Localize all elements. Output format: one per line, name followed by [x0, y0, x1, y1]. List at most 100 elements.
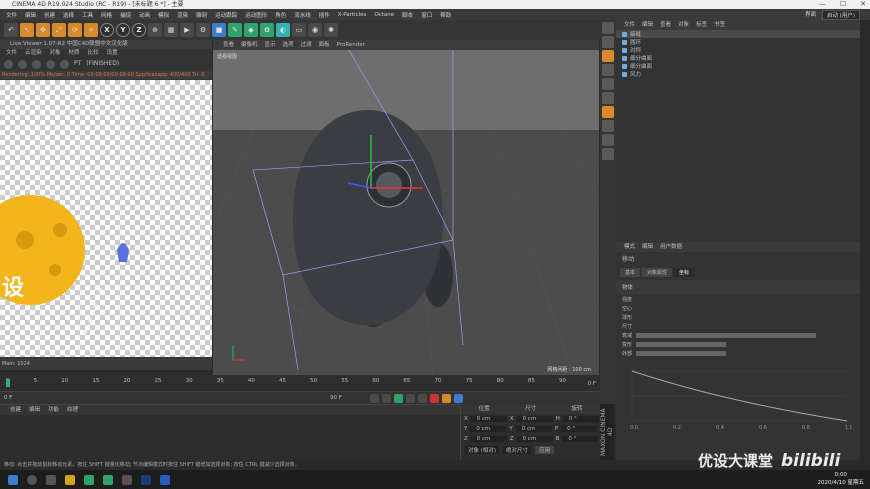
menu-item[interactable]: 雕刻 [196, 11, 207, 19]
rotate-icon[interactable]: ⟳ [68, 23, 82, 37]
lock-icon[interactable] [60, 60, 69, 69]
mode-select[interactable]: PT [74, 60, 81, 69]
coord-system-icon[interactable]: ⊕ [148, 23, 162, 37]
menu-item[interactable]: 插件 [319, 11, 330, 19]
object-row[interactable]: 细分曲面 [616, 54, 860, 62]
play-icon[interactable] [4, 60, 13, 69]
attribute-tab[interactable]: 坐标 [674, 268, 695, 277]
key-move-icon[interactable] [442, 394, 451, 403]
attribute-menu-item[interactable]: 模式 [624, 242, 635, 252]
render-view-icon[interactable]: ▦ [164, 23, 178, 37]
task-view-icon[interactable] [46, 474, 56, 485]
viewport-menu-item[interactable]: 过滤 [301, 40, 312, 50]
tool-icon-4[interactable] [602, 64, 614, 76]
menu-item[interactable]: 模拟 [158, 11, 169, 19]
render-picture-icon[interactable]: ▶ [180, 23, 194, 37]
live-viewer-menu-item[interactable]: 材质 [69, 49, 80, 58]
pen-icon[interactable]: ✎ [228, 23, 242, 37]
menu-item[interactable]: 编辑 [25, 11, 36, 19]
playhead[interactable] [6, 379, 10, 387]
tool-icon-2[interactable] [602, 36, 614, 48]
viewport-menu-item[interactable]: 显示 [265, 40, 276, 50]
object-menu-item[interactable]: 标签 [696, 20, 707, 30]
menu-item[interactable]: 创建 [44, 11, 55, 19]
coord-field[interactable]: 0 cm [516, 416, 553, 422]
object-row[interactable]: 圆环 [616, 38, 860, 46]
menu-item[interactable]: 帮助 [440, 11, 451, 19]
object-menu-item[interactable]: 书签 [714, 20, 725, 30]
minimize-icon[interactable]: — [819, 0, 826, 9]
coord-field[interactable]: 0 cm [515, 426, 552, 432]
refresh-icon[interactable] [46, 60, 55, 69]
prev-frame-icon[interactable] [382, 394, 391, 403]
coord-field[interactable]: 0 ° [562, 416, 599, 422]
coord-field[interactable]: 0 cm [470, 436, 507, 442]
viewport-menu-item[interactable]: ProRender [337, 40, 365, 50]
z-axis-icon[interactable]: Z [132, 23, 146, 37]
material-menu-item[interactable]: 纹理 [67, 405, 78, 415]
size-mode-select[interactable]: 绝对尺寸 [503, 446, 532, 454]
tool-icon-6[interactable] [602, 92, 614, 104]
play-button-icon[interactable] [394, 394, 403, 403]
object-row[interactable]: 细分曲面 [616, 62, 860, 70]
menu-item[interactable]: 运动图形 [245, 11, 267, 19]
live-viewer-menu-item[interactable]: 文件 [6, 49, 17, 58]
attribute-slider[interactable] [636, 341, 727, 347]
camera-icon[interactable]: ◉ [308, 23, 322, 37]
menu-item[interactable]: 运动跟踪 [215, 11, 237, 19]
undo-icon[interactable]: ↶ [4, 23, 18, 37]
record-icon[interactable] [430, 394, 439, 403]
attribute-tab[interactable]: 对象属性 [642, 268, 673, 277]
end-frame[interactable]: 90 F [330, 395, 342, 401]
folder-icon[interactable] [122, 474, 132, 485]
attribute-menu-item[interactable]: 用户数据 [660, 242, 682, 252]
light-icon[interactable]: ✺ [324, 23, 338, 37]
object-row[interactable]: 风力 [616, 70, 860, 78]
cube-icon[interactable]: ■ [212, 23, 226, 37]
menu-item[interactable]: 流水线 [294, 11, 311, 19]
explorer-icon[interactable] [65, 474, 75, 485]
attribute-slider[interactable] [636, 350, 727, 356]
move-icon[interactable]: ✥ [36, 23, 50, 37]
menu-item[interactable]: 动画 [139, 11, 150, 19]
coord-mode-select[interactable]: 对象 (相对) [465, 446, 500, 454]
attribute-tab[interactable]: 基本 [620, 268, 641, 277]
deformer-icon[interactable]: ◐ [276, 23, 290, 37]
material-menu-item[interactable]: 编辑 [29, 405, 40, 415]
render-settings-icon[interactable]: ⚙ [196, 23, 210, 37]
coord-field[interactable]: 0 cm [470, 416, 507, 422]
viewport-menu-item[interactable]: 选项 [283, 40, 294, 50]
perspective-viewport[interactable]: 查看 摄像机 显示 选项 过滤 面板 ProRender 透视视图 网格间距 : 100 c… [213, 40, 599, 375]
object-menu-item[interactable]: 文件 [624, 20, 635, 30]
search-icon[interactable] [27, 474, 37, 485]
viewport-menu-item[interactable]: 摄像机 [241, 40, 258, 50]
pause-icon[interactable] [18, 60, 27, 69]
object-row[interactable]: 接缝 [616, 30, 860, 38]
start-frame[interactable]: 0 F [4, 395, 12, 401]
coord-field[interactable]: 0 ° [562, 436, 599, 442]
material-menu-item[interactable]: 功能 [48, 405, 59, 415]
menu-item[interactable]: X-Particles [338, 12, 367, 18]
recent-tool-icon[interactable]: + [84, 23, 98, 37]
select-icon[interactable]: ↖ [20, 23, 34, 37]
chat-icon[interactable] [103, 474, 113, 485]
apply-button[interactable]: 应用 [535, 446, 555, 454]
tool-icon-9[interactable] [602, 134, 614, 146]
coord-field[interactable]: 0 ° [561, 426, 598, 432]
wechat-icon[interactable] [84, 474, 94, 485]
cinema4d-icon[interactable] [160, 474, 170, 485]
subdivision-icon[interactable]: ◆ [244, 23, 258, 37]
goto-start-icon[interactable] [370, 394, 379, 403]
menu-item[interactable]: 角色 [275, 11, 286, 19]
photoshop-icon[interactable] [141, 474, 151, 485]
stop-icon[interactable] [32, 60, 41, 69]
menu-item[interactable]: 文件 [6, 11, 17, 19]
menu-item[interactable]: 渲染 [177, 11, 188, 19]
object-row[interactable]: 对称 [616, 46, 860, 54]
cloner-icon[interactable]: ✿ [260, 23, 274, 37]
menu-item[interactable]: 网格 [101, 11, 112, 19]
object-menu-item[interactable]: 查看 [660, 20, 671, 30]
next-frame-icon[interactable] [406, 394, 415, 403]
key-param-icon[interactable] [454, 394, 463, 403]
scale-icon[interactable]: ⤢ [52, 23, 66, 37]
